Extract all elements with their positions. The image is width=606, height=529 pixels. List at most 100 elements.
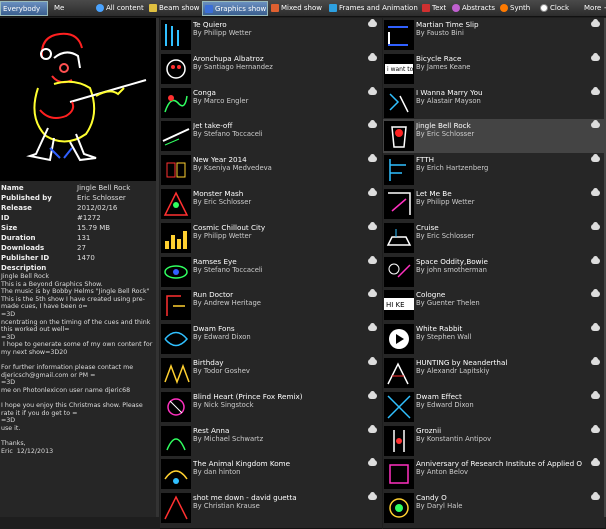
tab-me[interactable]: Me — [52, 1, 82, 16]
show-title[interactable]: White Rabbit — [416, 324, 586, 333]
show-title[interactable]: The Animal Kingdom Kome — [193, 459, 363, 468]
show-thumbnail[interactable] — [384, 155, 414, 186]
show-card[interactable]: Groznii By Konstantin Antipov — [383, 423, 605, 462]
show-title[interactable]: Aronchupa Albatroz — [193, 54, 363, 63]
cloud-download-icon[interactable] — [591, 52, 600, 61]
filter-frames-animation[interactable]: Frames and Animation — [329, 1, 418, 16]
filter-mixed-show[interactable]: Mixed show — [271, 1, 327, 16]
show-card[interactable]: New Year 2014 By Kseniya Medvedeva — [160, 153, 382, 192]
cloud-download-icon[interactable] — [368, 390, 377, 399]
show-thumbnail[interactable] — [384, 358, 414, 388]
cloud-download-icon[interactable] — [368, 221, 377, 230]
cloud-download-icon[interactable] — [591, 86, 600, 95]
show-thumbnail[interactable] — [384, 324, 414, 355]
cloud-download-icon[interactable] — [368, 424, 377, 433]
cloud-download-icon[interactable] — [591, 289, 600, 298]
cloud-download-icon[interactable] — [591, 357, 600, 365]
show-thumbnail[interactable] — [161, 87, 191, 118]
filter-clock[interactable]: Clock — [540, 1, 572, 16]
show-card[interactable]: White Rabbit By Stephen Wall — [383, 322, 605, 361]
filter-beam-show[interactable]: Beam show — [149, 1, 200, 16]
cloud-download-icon[interactable] — [368, 120, 377, 129]
show-title[interactable]: Rest Anna — [193, 426, 363, 435]
show-title[interactable]: Martian Time Slip — [416, 20, 586, 29]
show-title[interactable]: Blind Heart (Prince Fox Remix) — [193, 392, 363, 401]
left-scrollbar[interactable] — [156, 18, 159, 517]
show-title[interactable]: Monster Mash — [193, 189, 363, 198]
show-card[interactable]: i want to Bicycle Race By James Keane — [383, 51, 605, 90]
show-thumbnail[interactable] — [161, 459, 191, 490]
show-card[interactable]: Conga By Marco Engler — [160, 85, 382, 124]
filter-abstracts[interactable]: Abstracts — [452, 1, 498, 16]
show-title[interactable]: Candy O — [416, 493, 586, 502]
cloud-download-icon[interactable] — [591, 120, 600, 129]
show-card[interactable]: FTTH By Erich Hartzenberg — [383, 153, 605, 192]
filter-synth[interactable]: Synth — [500, 1, 534, 16]
show-title[interactable]: Ramses Eye — [193, 257, 363, 266]
show-thumbnail[interactable]: i want to — [384, 53, 414, 84]
show-card[interactable]: I Wanna Marry You By Alastair Mayson — [383, 85, 605, 124]
cloud-download-icon[interactable] — [368, 19, 377, 27]
show-title[interactable]: shot me down - david guetta — [193, 493, 363, 502]
show-card[interactable]: Birthday By Todor Goshev — [160, 356, 382, 394]
show-card[interactable]: Dwam Effect By Edward Dixon — [383, 389, 605, 428]
show-thumbnail[interactable] — [161, 121, 191, 152]
show-title[interactable]: Cosmic Chillout City — [193, 223, 363, 232]
show-thumbnail[interactable] — [161, 155, 191, 186]
show-card[interactable]: The Animal Kingdom Kome By dan hinton — [160, 457, 382, 496]
show-card[interactable]: Run Doctor By Andrew Heritage — [160, 288, 382, 327]
cloud-download-icon[interactable] — [591, 323, 600, 332]
show-card[interactable]: Rest Anna By Michael Schwartz — [160, 423, 382, 462]
show-card[interactable]: Ramses Eye By Stefano Toccaceli — [160, 254, 382, 293]
show-title[interactable]: Te Quiero — [193, 20, 363, 29]
cloud-download-icon[interactable] — [368, 458, 377, 467]
show-title[interactable]: Groznii — [416, 426, 586, 435]
filter-graphics-show[interactable]: Graphics show — [202, 1, 268, 16]
show-title[interactable]: FTTH — [416, 155, 586, 164]
show-card[interactable]: Jet take-off By Stefano Toccaceli — [160, 119, 382, 158]
show-thumbnail[interactable] — [161, 493, 191, 524]
show-thumbnail[interactable] — [161, 256, 191, 287]
show-title[interactable]: Conga — [193, 88, 363, 97]
show-title[interactable]: Cologne — [416, 290, 586, 299]
cloud-download-icon[interactable] — [368, 188, 377, 196]
cloud-download-icon[interactable] — [368, 357, 377, 365]
cloud-download-icon[interactable] — [368, 323, 377, 332]
cloud-download-icon[interactable] — [368, 52, 377, 61]
cloud-download-icon[interactable] — [368, 289, 377, 298]
show-thumbnail[interactable] — [161, 391, 191, 422]
show-card[interactable]: Monster Mash By Eric Schlosser — [160, 187, 382, 225]
show-title[interactable]: New Year 2014 — [193, 155, 363, 164]
show-thumbnail[interactable] — [384, 425, 414, 456]
cloud-download-icon[interactable] — [591, 154, 600, 163]
show-thumbnail[interactable] — [384, 256, 414, 287]
show-thumbnail[interactable] — [161, 290, 191, 321]
show-card[interactable]: Space Oddity,Bowie By john smotherman — [383, 254, 605, 293]
cloud-download-icon[interactable] — [591, 188, 600, 196]
show-card[interactable]: Jingle Bell Rock By Eric Schlosser — [383, 119, 605, 158]
show-card[interactable]: Anniversary of Research Institute of App… — [383, 457, 605, 496]
show-card[interactable]: Dwam Fons By Edward Dixon — [160, 322, 382, 361]
show-thumbnail[interactable] — [161, 324, 191, 355]
show-thumbnail[interactable] — [384, 20, 414, 50]
show-title[interactable]: Cruise — [416, 223, 586, 232]
show-thumbnail[interactable] — [384, 391, 414, 422]
show-thumbnail[interactable] — [161, 358, 191, 388]
cloud-download-icon[interactable] — [591, 492, 600, 501]
show-card[interactable]: HUNTING by Neanderthal By Alexandr Lapits… — [383, 356, 605, 394]
filter-text[interactable]: Text — [422, 1, 450, 16]
show-thumbnail[interactable] — [384, 493, 414, 524]
cloud-download-icon[interactable] — [368, 86, 377, 95]
show-thumbnail[interactable] — [161, 53, 191, 84]
more-button[interactable]: More + — [584, 1, 606, 16]
show-title[interactable]: Anniversary of Research Institute of App… — [416, 459, 586, 468]
show-thumbnail[interactable] — [384, 87, 414, 118]
show-card[interactable]: Te Quiero By Philipp Wetter — [160, 18, 382, 56]
show-thumbnail[interactable] — [161, 189, 191, 219]
show-thumbnail[interactable] — [161, 425, 191, 456]
show-title[interactable]: Jingle Bell Rock — [416, 121, 586, 130]
show-title[interactable]: Dwam Fons — [193, 324, 363, 333]
show-card[interactable]: shot me down - david guetta By Christian … — [160, 491, 382, 529]
show-thumbnail[interactable] — [161, 222, 191, 253]
show-thumbnail[interactable]: HI KE — [384, 290, 414, 321]
